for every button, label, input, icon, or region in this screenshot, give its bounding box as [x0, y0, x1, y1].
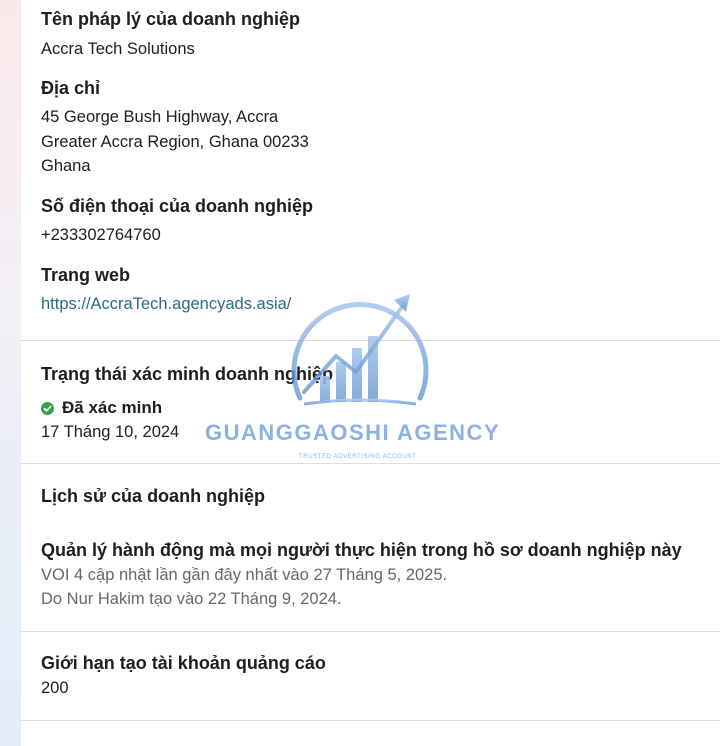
phone-label: Số điện thoại của doanh nghiệp [41, 196, 314, 216]
left-edge-strip [0, 0, 21, 746]
address-line-1: 45 George Bush Highway, Accra [41, 108, 279, 126]
history-updated-line: VOI 4 cập nhật lần gần đây nhất vào 27 T… [41, 566, 448, 584]
address-label: Địa chỉ [41, 78, 101, 98]
ad-account-limit-label: Giới hạn tạo tài khoản quảng cáo [41, 653, 326, 673]
watermark-title: GUANGGAOSHI AGENCY [205, 420, 501, 445]
history-created-line: Do Nur Hakim tạo vào 22 Tháng 9, 2024. [41, 590, 342, 608]
verification-status-row: Đã xác minh [41, 398, 162, 418]
section-divider [21, 720, 720, 721]
legal-name-label: Tên pháp lý của doanh nghiệp [41, 9, 301, 29]
business-info-page: Tên pháp lý của doanh nghiệp Accra Tech … [0, 0, 720, 746]
verified-check-icon [41, 401, 54, 415]
website-row: https://AccraTech.agencyads.asia/ [41, 295, 291, 314]
address-line-3: Ghana [41, 157, 91, 175]
history-manage-link[interactable]: Quản lý hành động mà mọi người thực hiện… [41, 540, 682, 561]
legal-name-value: Accra Tech Solutions [41, 40, 195, 58]
verification-status: Đã xác minh [62, 398, 163, 417]
section-divider [21, 631, 720, 632]
section-divider [21, 463, 720, 464]
verification-label: Trạng thái xác minh doanh nghiệp [41, 364, 334, 384]
address-line-2: Greater Accra Region, Ghana 00233 [41, 133, 309, 151]
website-label: Trang web [41, 265, 131, 285]
business-info-panel: Tên pháp lý của doanh nghiệp Accra Tech … [21, 0, 720, 746]
history-label: Lịch sử của doanh nghiệp [41, 486, 266, 506]
watermark-subtitle: TRUSTED ADVERTISING ACCOUNT [299, 454, 417, 460]
website-link[interactable]: https://AccraTech.agencyads.asia/ [41, 295, 291, 313]
verification-date: 17 Tháng 10, 2024 [41, 423, 180, 441]
phone-value: +233302764760 [41, 226, 161, 244]
ad-account-limit-value: 200 [41, 679, 69, 697]
section-divider [21, 340, 720, 341]
